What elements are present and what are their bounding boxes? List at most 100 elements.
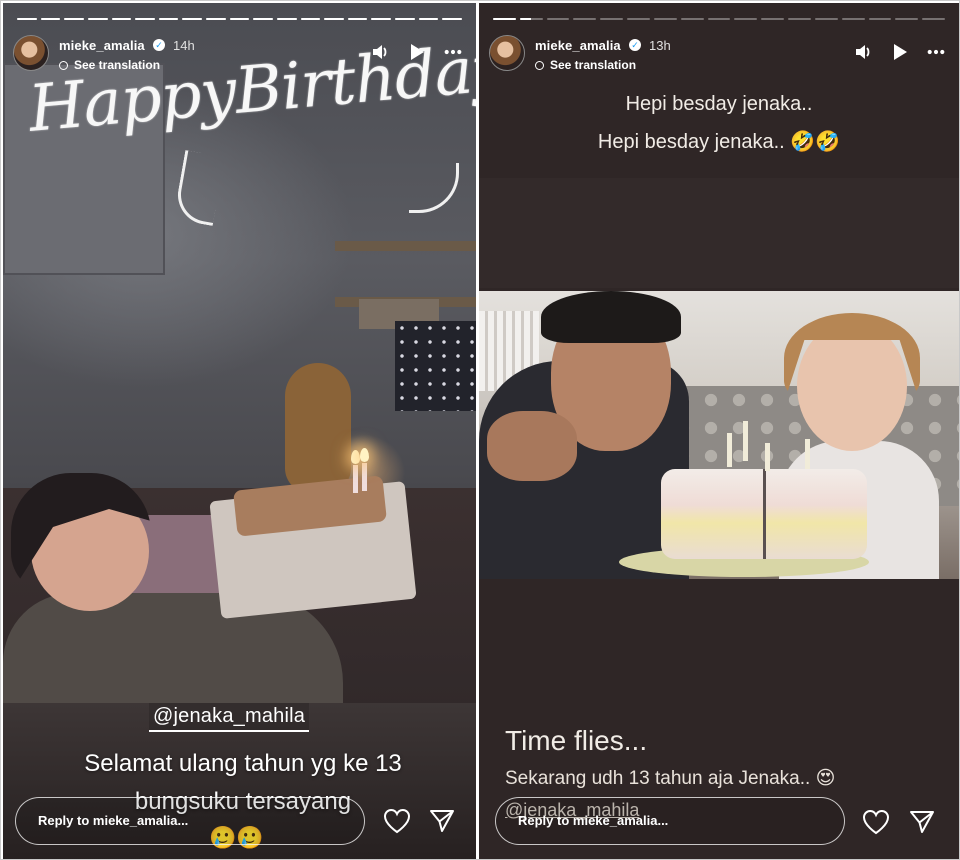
handwriting-stroke xyxy=(409,163,459,213)
progress-segment-fill xyxy=(135,18,155,20)
username[interactable]: mieke_amalia xyxy=(535,38,621,53)
candle xyxy=(805,439,810,469)
verified-badge-icon: ✓ xyxy=(153,39,165,51)
progress-segment xyxy=(814,18,838,20)
candle xyxy=(362,463,367,491)
progress-segment-fill xyxy=(395,18,415,20)
progress-segment-fill xyxy=(229,18,250,20)
progress-segment xyxy=(135,18,155,20)
story-right[interactable]: mieke_amalia ✓ 13h See translation Hepi … xyxy=(479,3,959,859)
progress-segment xyxy=(680,18,704,20)
progress-segment xyxy=(229,18,250,20)
progress-segment-fill xyxy=(276,18,297,20)
username[interactable]: mieke_amalia xyxy=(59,38,145,53)
story-caption-line-2: Hepi besday jenaka.. 🤣🤣 xyxy=(597,131,841,153)
progress-segment xyxy=(761,18,785,20)
story-progress-bar xyxy=(493,18,946,20)
progress-segment-fill xyxy=(253,18,273,20)
story-left[interactable]: mieke_amalia ✓ 14h See translation Happy… xyxy=(3,3,476,859)
avatar[interactable] xyxy=(489,35,525,71)
progress-segment xyxy=(493,18,516,20)
progress-segment-fill xyxy=(324,18,344,20)
story-video[interactable] xyxy=(479,291,959,579)
progress-segment-fill xyxy=(300,18,321,20)
post-time: 14h xyxy=(173,38,195,53)
progress-segment xyxy=(64,18,84,20)
handwriting-stroke xyxy=(173,150,225,226)
progress-segment xyxy=(573,18,597,20)
progress-segment xyxy=(253,18,273,20)
reply-input[interactable]: Reply to mieke_amalia... xyxy=(15,797,365,845)
progress-segment xyxy=(788,18,811,20)
story-caption-line-1: Hepi besday jenaka.. xyxy=(625,93,813,115)
candle xyxy=(727,433,732,467)
reply-placeholder: Reply to mieke_amalia... xyxy=(518,813,669,828)
candle xyxy=(353,465,358,493)
progress-segment-fill xyxy=(347,18,368,20)
progress-segment xyxy=(182,18,202,20)
progress-segment-fill xyxy=(182,18,202,20)
girl-face xyxy=(797,321,907,451)
candle-flame xyxy=(351,450,360,464)
progress-segment xyxy=(895,18,919,20)
progress-segment-fill xyxy=(206,18,226,20)
send-icon[interactable] xyxy=(429,808,455,834)
progress-segment xyxy=(324,18,344,20)
progress-segment-fill xyxy=(158,18,179,20)
story-background-mid xyxy=(479,178,959,288)
cake-split xyxy=(763,469,766,559)
progress-segment-fill xyxy=(17,18,37,20)
progress-segment xyxy=(707,18,731,20)
candle xyxy=(743,421,748,461)
progress-segment-fill xyxy=(493,18,516,20)
progress-segment xyxy=(546,18,570,20)
see-translation-link[interactable]: See translation xyxy=(535,58,636,72)
candle-flame xyxy=(360,448,369,462)
hand xyxy=(487,411,577,481)
progress-segment xyxy=(519,18,543,20)
heart-icon[interactable] xyxy=(383,808,411,834)
candle xyxy=(765,443,770,471)
mention-sticker[interactable]: @jenaka_mahila xyxy=(149,703,310,732)
progress-segment xyxy=(653,18,677,20)
screenshot-frame: mieke_amalia ✓ 14h See translation Happy… xyxy=(0,0,960,860)
speaker-icon[interactable] xyxy=(855,43,873,61)
avatar[interactable] xyxy=(13,35,49,71)
progress-segment xyxy=(158,18,179,20)
story-progress-bar xyxy=(17,18,462,20)
progress-segment-fill xyxy=(40,18,61,20)
progress-segment-fill xyxy=(442,18,462,20)
progress-segment-fill xyxy=(111,18,132,20)
progress-segment-fill xyxy=(418,18,439,20)
sekarang-text: Sekarang udh 13 tahun aja Jenaka.. 😍 xyxy=(505,768,836,789)
reply-input[interactable]: Reply to mieke_amalia... xyxy=(495,797,845,845)
progress-segment xyxy=(40,18,61,20)
progress-segment xyxy=(600,18,624,20)
reply-placeholder: Reply to mieke_amalia... xyxy=(38,813,189,828)
more-dots-icon[interactable] xyxy=(927,43,945,61)
verified-badge-icon: ✓ xyxy=(629,39,641,51)
progress-segment xyxy=(922,18,946,20)
progress-segment xyxy=(418,18,439,20)
progress-segment xyxy=(734,18,758,20)
see-translation-label: See translation xyxy=(550,58,637,72)
progress-segment xyxy=(87,18,108,20)
progress-segment xyxy=(868,18,892,20)
progress-segment xyxy=(371,18,391,20)
progress-segment xyxy=(395,18,415,20)
progress-segment xyxy=(347,18,368,20)
progress-segment xyxy=(206,18,226,20)
story-controls xyxy=(855,43,945,61)
post-time: 13h xyxy=(649,38,671,53)
globe-icon xyxy=(535,61,544,70)
progress-segment-fill xyxy=(519,18,532,20)
progress-segment xyxy=(442,18,462,20)
send-icon[interactable] xyxy=(909,809,935,835)
play-icon[interactable] xyxy=(891,43,909,61)
progress-segment-fill xyxy=(64,18,84,20)
heart-icon[interactable] xyxy=(862,809,890,835)
progress-segment xyxy=(300,18,321,20)
story-header: mieke_amalia ✓ 13h See translation xyxy=(489,33,949,77)
happy-birthday-handwriting: HappyBirthday! xyxy=(26,29,476,243)
man-hair xyxy=(541,291,681,343)
